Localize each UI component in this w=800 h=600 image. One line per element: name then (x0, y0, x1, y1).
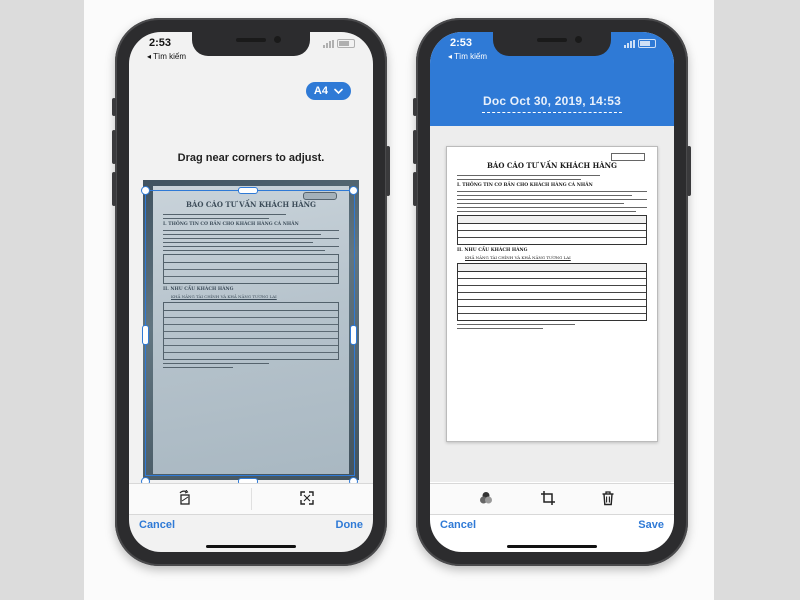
edit-toolbar (129, 483, 373, 515)
back-to-search-link[interactable]: ◂ Tìm kiếm (448, 52, 487, 61)
status-time: 2:53 (450, 37, 473, 49)
power-button (386, 146, 390, 196)
volume-up-button (112, 130, 116, 164)
edit-toolbar (430, 483, 674, 515)
info-table (457, 215, 647, 245)
right-phone: 2:53 ◂ Tìm kiếm Doc Oct 30, 2019, 14:53 … (413, 18, 691, 566)
trash-icon[interactable] (600, 490, 616, 506)
right-background-band (714, 0, 800, 600)
mute-switch (413, 98, 417, 116)
save-button[interactable]: Save (638, 519, 664, 531)
cancel-button[interactable]: Cancel (139, 519, 175, 531)
home-indicator (206, 545, 296, 548)
chevron-down-icon (334, 88, 343, 94)
battery-icon (337, 39, 355, 48)
right-screen: 2:53 ◂ Tìm kiếm Doc Oct 30, 2019, 14:53 … (430, 32, 674, 552)
color-filter-icon[interactable] (478, 490, 494, 506)
document-title: BÁO CÁO TƯ VẤN KHÁCH HÀNG (486, 161, 618, 170)
section-1-heading: I. THÔNG TIN CƠ BẢN CHO KHÁCH HÀNG CÁ NH… (457, 183, 593, 188)
home-indicator (507, 545, 597, 548)
document-stamp (611, 153, 645, 161)
crop-frame[interactable] (145, 190, 355, 476)
captured-photo: BÁO CÁO TƯ VẤN KHÁCH HÀNG I. THÔNG TIN C… (141, 180, 359, 486)
left-background-band (0, 0, 84, 600)
page-size-label: A4 (313, 85, 328, 97)
notch (493, 32, 611, 56)
edge-handle-right[interactable] (350, 325, 357, 345)
needs-table (457, 263, 647, 321)
title-edit-underline (482, 112, 622, 113)
back-to-search-link[interactable]: ◂ Tìm kiếm (147, 52, 186, 61)
battery-icon (638, 39, 656, 48)
corner-handle-top-right[interactable] (349, 186, 358, 195)
expand-corners-icon[interactable] (299, 490, 315, 506)
section-2-subheading: KHẢ NĂNG TÀI CHÍNH VÀ KHẢ NĂNG TƯƠNG LAI (465, 255, 571, 260)
page-size-button[interactable]: A4 (305, 82, 351, 100)
bottom-actions: Cancel Done (129, 519, 373, 537)
notch (192, 32, 310, 56)
volume-down-button (112, 172, 116, 206)
crop-icon[interactable] (540, 490, 556, 506)
edge-handle-top[interactable] (238, 187, 258, 194)
power-button (687, 146, 691, 196)
mute-switch (112, 98, 116, 116)
document-title-field[interactable]: Doc Oct 30, 2019, 14:53 (430, 94, 674, 108)
done-button[interactable]: Done (336, 519, 364, 531)
volume-down-button (413, 172, 417, 206)
signal-icon (323, 39, 334, 48)
scanned-document: BÁO CÁO TƯ VẤN KHÁCH HÀNG I. THÔNG TIN C… (446, 146, 658, 442)
left-screen: 2:53 ◂ Tìm kiếm A4 Drag near corners to … (129, 32, 373, 552)
section-2-heading: II. NHU CẦU KHÁCH HÀNG (457, 248, 528, 253)
scan-preview-area: BÁO CÁO TƯ VẤN KHÁCH HÀNG I. THÔNG TIN C… (430, 126, 674, 482)
cancel-button[interactable]: Cancel (440, 519, 476, 531)
rotate-icon[interactable] (177, 489, 193, 506)
volume-up-button (413, 130, 417, 164)
adjust-instruction: Drag near corners to adjust. (177, 152, 325, 164)
status-time: 2:53 (149, 37, 172, 49)
left-phone: 2:53 ◂ Tìm kiếm A4 Drag near corners to … (112, 18, 390, 566)
corner-handle-top-left[interactable] (141, 186, 150, 195)
edge-handle-left[interactable] (142, 325, 149, 345)
signal-icon (624, 39, 635, 48)
bottom-actions: Cancel Save (430, 519, 674, 537)
